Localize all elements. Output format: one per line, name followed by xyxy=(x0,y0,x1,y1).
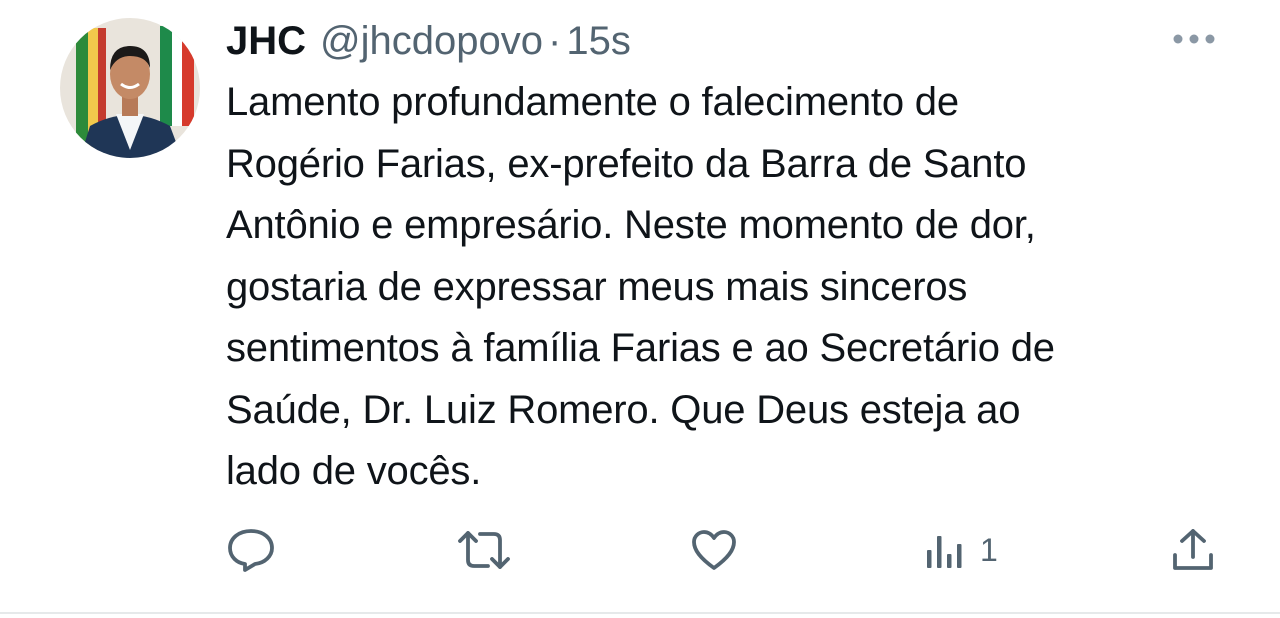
more-options-button[interactable] xyxy=(1170,26,1218,52)
more-dots-icon xyxy=(1173,34,1215,44)
retweet-icon xyxy=(458,531,510,569)
tweet-header: JHC @jhcdopovo · 15s xyxy=(226,14,631,68)
share-icon xyxy=(1173,529,1213,570)
author-handle[interactable]: @jhcdopovo xyxy=(320,19,543,64)
share-button[interactable] xyxy=(1170,522,1216,578)
reply-icon xyxy=(228,529,274,572)
reply-button[interactable] xyxy=(226,522,276,578)
like-button[interactable] xyxy=(690,522,738,578)
avatar[interactable] xyxy=(60,18,200,158)
separator-dot: · xyxy=(548,18,562,63)
tweet[interactable]: JHC @jhcdopovo · 15s Lamento profundamen… xyxy=(0,0,1280,612)
views-button[interactable]: 1 xyxy=(924,522,998,578)
tweet-text: Lamento profundamente o falecimento de R… xyxy=(226,80,1055,493)
views-count: 1 xyxy=(980,531,998,568)
views-icon xyxy=(927,536,962,568)
retweet-button[interactable] xyxy=(456,522,512,578)
profile-photo-icon xyxy=(60,18,200,158)
heart-icon xyxy=(692,530,736,570)
tweet-timestamp[interactable]: 15s xyxy=(566,19,631,64)
tweet-divider xyxy=(0,612,1280,614)
author-name[interactable]: JHC xyxy=(226,19,306,64)
tweet-actions: 1 xyxy=(0,522,1280,578)
